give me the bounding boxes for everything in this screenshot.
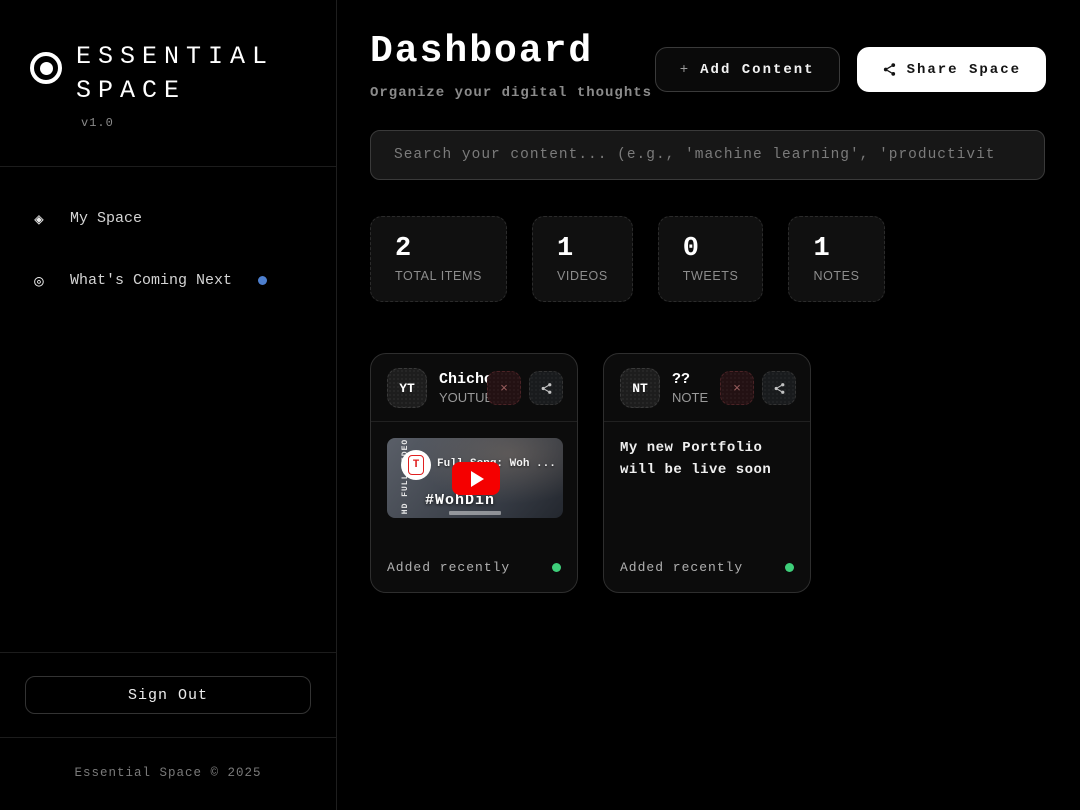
card-footer: Added recently [604, 560, 810, 592]
app-version: v1.0 [0, 108, 336, 130]
share-icon [773, 382, 786, 395]
card-header: YT Chichore YOUTUBE × [371, 354, 577, 422]
add-content-button[interactable]: + Add Content [655, 47, 840, 92]
sidebar-item-my-space[interactable]: ◈ My Space [30, 209, 306, 229]
thumbnail-caption-bar [449, 511, 501, 515]
card-type-label: YOUTUBE [439, 390, 485, 405]
page-title: Dashboard [370, 30, 652, 73]
stat-label: VIDEOS [557, 269, 608, 283]
sign-out-button[interactable]: Sign Out [25, 676, 311, 714]
added-recently-label: Added recently [387, 560, 510, 575]
share-card-button[interactable] [529, 371, 563, 405]
note-type-badge: NT [620, 368, 660, 408]
delete-card-button[interactable]: × [487, 371, 521, 405]
share-space-label: Share Space [907, 62, 1021, 78]
play-button[interactable] [452, 462, 500, 495]
card-footer: Added recently [371, 560, 577, 592]
status-dot [552, 563, 561, 572]
page-subtitle: Organize your digital thoughts [370, 85, 652, 101]
added-recently-label: Added recently [620, 560, 743, 575]
card-body: HD FULL VIDEO T Full Song: Woh ... #WohD… [371, 422, 577, 560]
card-header: NT ?? NOTE × [604, 354, 810, 422]
channel-logo: T [401, 450, 431, 480]
sidebar-footer: Essential Space © 2025 [0, 737, 336, 810]
main-header: Dashboard Organize your digital thoughts… [370, 30, 1046, 101]
stat-value: 0 [683, 234, 739, 264]
stat-value: 1 [557, 234, 608, 264]
status-dot [785, 563, 794, 572]
sign-out-section: Sign Out [0, 652, 336, 737]
title-block: Dashboard Organize your digital thoughts [370, 30, 652, 101]
brand-line-1: ESSENTIAL [76, 40, 274, 74]
notification-dot [258, 276, 267, 285]
card-titles: Chichore YOUTUBE [439, 371, 485, 405]
content-card-youtube: YT Chichore YOUTUBE × [370, 353, 578, 593]
brand: ESSENTIAL SPACE [0, 0, 336, 108]
main-content: Dashboard Organize your digital thoughts… [337, 0, 1080, 810]
share-icon [540, 382, 553, 395]
brand-logo-icon [30, 52, 62, 84]
stat-card-notes: 1 NOTES [788, 216, 884, 302]
search-section [370, 130, 1046, 180]
youtube-type-badge: YT [387, 368, 427, 408]
delete-card-button[interactable]: × [720, 371, 754, 405]
video-thumbnail[interactable]: HD FULL VIDEO T Full Song: Woh ... #WohD… [387, 438, 563, 518]
brand-logo-dot [40, 62, 53, 75]
share-card-button[interactable] [762, 371, 796, 405]
sidebar-nav: ◈ My Space ◎ What's Coming Next [0, 167, 336, 333]
stat-value: 2 [395, 234, 482, 264]
app-root: ESSENTIAL SPACE v1.0 ◈ My Space ◎ What's… [0, 0, 1080, 810]
diamond-icon: ◈ [30, 209, 48, 229]
card-type-label: NOTE [672, 390, 718, 405]
sidebar-item-label: What's Coming Next [70, 272, 232, 289]
share-icon [882, 62, 897, 77]
stats-row: 2 TOTAL ITEMS 1 VIDEOS 0 TWEETS 1 NOTES [370, 216, 1046, 302]
card-title: ?? [672, 371, 718, 388]
sidebar-item-label: My Space [70, 210, 142, 227]
brand-name: ESSENTIAL SPACE [76, 40, 274, 108]
sidebar-spacer [0, 333, 336, 653]
close-icon: × [500, 381, 508, 396]
search-input[interactable] [370, 130, 1045, 180]
sidebar-item-whats-coming-next[interactable]: ◎ What's Coming Next [30, 271, 306, 291]
header-actions: + Add Content Share Space [655, 47, 1046, 92]
note-text: My new Portfolio will be live soon [620, 438, 794, 481]
stat-card-total-items: 2 TOTAL ITEMS [370, 216, 507, 302]
plus-icon: + [680, 62, 690, 78]
channel-letter: T [408, 455, 424, 475]
brand-line-2: SPACE [76, 74, 274, 108]
card-title: Chichore [439, 371, 485, 388]
content-card-note: NT ?? NOTE × [603, 353, 811, 593]
stat-value: 1 [813, 234, 859, 264]
stat-card-videos: 1 VIDEOS [532, 216, 633, 302]
card-titles: ?? NOTE [672, 371, 718, 405]
content-cards-row: YT Chichore YOUTUBE × [370, 353, 1046, 593]
add-content-label: Add Content [700, 62, 814, 78]
stat-label: TWEETS [683, 269, 739, 283]
share-space-button[interactable]: Share Space [857, 47, 1046, 92]
stat-label: TOTAL ITEMS [395, 269, 482, 283]
play-icon [471, 471, 484, 487]
stat-card-tweets: 0 TWEETS [658, 216, 764, 302]
sidebar: ESSENTIAL SPACE v1.0 ◈ My Space ◎ What's… [0, 0, 337, 810]
card-body: My new Portfolio will be live soon [604, 422, 810, 560]
stat-label: NOTES [813, 269, 859, 283]
target-icon: ◎ [30, 271, 48, 291]
close-icon: × [733, 381, 741, 396]
